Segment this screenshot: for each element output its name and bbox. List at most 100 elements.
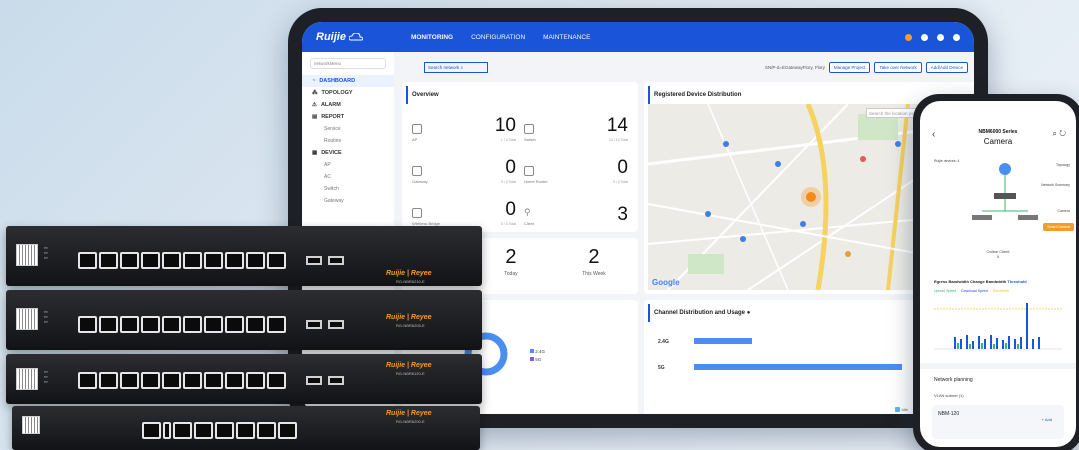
overview-cell-client[interactable]: ⚲ Client 3 xyxy=(524,194,628,226)
legend-idle: Idle xyxy=(894,407,908,412)
vlan-subnet-label: VLAN subnet (1) xyxy=(934,393,964,398)
help-icon[interactable] xyxy=(921,33,928,41)
overview-cell-home-router[interactable]: Home Router 0 0 / 0 Total xyxy=(524,152,628,184)
sidebar-sub-ac[interactable]: AC xyxy=(302,171,394,183)
donut-legend-item: 5G xyxy=(530,356,545,364)
user-icon[interactable] xyxy=(953,33,960,41)
device-model: RG-NBR6200-E xyxy=(396,419,425,424)
sfp-ports xyxy=(306,376,344,385)
ethernet-port xyxy=(173,422,192,439)
bandwidth-legend: Upload Speed Download Speed Bandwidth xyxy=(934,289,1009,293)
info-icon[interactable]: ● xyxy=(747,310,751,316)
ethernet-port xyxy=(257,422,276,439)
sfp-port xyxy=(306,256,322,265)
ethernet-port xyxy=(162,252,181,269)
sfp-port xyxy=(306,376,322,385)
console-port xyxy=(163,422,171,439)
sidebar-sub-service[interactable]: Service xyxy=(302,123,394,135)
overview-card: Overview AP 10 1 / 4 Total Switch 14 14 / 14… xyxy=(402,82,638,232)
sidebar-item-device[interactable]: ▦ DEVICE xyxy=(302,147,394,159)
sfp-port xyxy=(306,320,322,329)
cell-value: 0 xyxy=(505,199,516,220)
band-row-24g: 2.4G xyxy=(658,338,754,346)
nav-maintenance[interactable]: MAINTENANCE xyxy=(543,34,590,41)
status-leds: ▪▪▪ ▪▪▪ ▪▪▪ xyxy=(44,310,48,324)
band-5g-bars xyxy=(694,364,902,370)
search-icon[interactable]: ⌕ ↻ xyxy=(1053,129,1066,139)
overview-cell-wireless-bridge[interactable]: Wireless Bridge 0 0 / 0 Total xyxy=(412,194,516,226)
sidebar-sub-switch[interactable]: Switch xyxy=(302,183,394,195)
top-icons xyxy=(905,33,960,41)
router-unit-1: ▪▪▪ ▪▪▪ ▪▪▪ Ruijie | Reyee RG-NBR6210-E xyxy=(6,226,482,286)
legend-upload: Upload Speed xyxy=(934,289,957,293)
chart-tab[interactable]: Change Bandwidth xyxy=(970,279,1006,284)
router-unit-3: ▪▪▪ ▪▪▪ ▪▪▪ Ruijie | Reyee RG-NBR6120-E xyxy=(6,354,482,404)
sidebar-item-label: ALARM xyxy=(320,102,341,108)
sidebar-item-label: REPORT xyxy=(321,114,345,120)
overview-title: Overview xyxy=(406,86,638,104)
router-unit-2: ▪▪▪ ▪▪▪ ▪▪▪ Ruijie | Reyee RG-NBR6205-E xyxy=(6,290,482,350)
nav-configuration[interactable]: CONFIGURATION xyxy=(471,34,525,41)
add-device-button[interactable]: Add/Add Device xyxy=(925,61,968,73)
band-label: 5G xyxy=(658,365,665,371)
cell-value: 14 xyxy=(606,115,628,136)
ethernet-port xyxy=(204,316,223,333)
sidebar-item-topology[interactable]: ⁂ TOPOLOGY xyxy=(302,87,394,99)
search-input[interactable]: Search network ⌕ xyxy=(424,61,488,73)
nav-monitoring[interactable]: MONITORING xyxy=(411,34,453,41)
side-topology[interactable]: Topology xyxy=(1056,163,1070,167)
bridge-icon xyxy=(412,208,422,218)
chart-title: Egress Bandwidth xyxy=(934,279,969,284)
status-leds: ▪▪▪ ▪▪▪ ▪▪▪ xyxy=(44,246,48,260)
overview-cell-switch[interactable]: Switch 14 14 / 14 Total xyxy=(524,110,628,142)
take-over-network-button[interactable]: Take over Network xyxy=(874,61,922,73)
stat-today: 2 Today xyxy=(504,246,517,277)
network-select[interactable]: networkMenu xyxy=(310,58,386,69)
legend-label: Idle xyxy=(901,407,908,412)
cell-sub: 0 / 0 Total xyxy=(500,180,516,184)
device-brand: Ruijie | Reyee xyxy=(386,410,432,417)
alarm-icon: ⚠ xyxy=(312,102,317,108)
online-client: Online Client 0 xyxy=(920,249,1076,259)
overview-cell-ap[interactable]: AP 10 1 / 4 Total xyxy=(412,110,516,142)
ethernet-port xyxy=(225,316,244,333)
ethernet-port xyxy=(183,372,202,389)
sidebar-item-dashboard[interactable]: ◔ DASHBOARD xyxy=(302,75,394,87)
legend-bandwidth: Bandwidth xyxy=(992,289,1010,293)
phone-screen: ‹ ⌕ ↻ NBM6000 Series Camera Ruijie devic… xyxy=(920,101,1076,447)
device-model: RG-NBR6210-E xyxy=(396,279,425,284)
sfp-port xyxy=(328,376,344,385)
cell-label: AP xyxy=(412,137,418,142)
sidebar-item-report[interactable]: ▤ REPORT xyxy=(302,111,394,123)
phone-device: ‹ ⌕ ↻ NBM6000 Series Camera Ruijie devic… xyxy=(913,94,1079,450)
back-icon[interactable]: ‹ xyxy=(932,129,935,140)
overview-cell-gateway[interactable]: Gateway 0 0 / 0 Total xyxy=(412,152,516,184)
add-vlan-button[interactable]: + Add xyxy=(1042,417,1052,422)
ethernet-port xyxy=(246,316,265,333)
side-network-summary[interactable]: Network Summary xyxy=(1041,183,1070,187)
ethernet-port xyxy=(78,316,97,333)
sidebar-sub-gateway[interactable]: Gateway xyxy=(302,195,394,207)
ethernet-port xyxy=(183,252,202,269)
settings-icon[interactable] xyxy=(937,33,944,41)
cell-sub: 0 / 0 Total xyxy=(500,222,516,226)
sidebar-sub-routine[interactable]: Routine xyxy=(302,135,394,147)
ethernet-port xyxy=(225,372,244,389)
chart-tab[interactable]: Threshold xyxy=(1007,279,1026,284)
ethernet-port xyxy=(120,372,139,389)
sidebar-sub-ap[interactable]: AP xyxy=(302,159,394,171)
sidebar-item-alarm[interactable]: ⚠ ALARM xyxy=(302,99,394,111)
cell-label: Switch xyxy=(524,137,536,142)
side-camera[interactable]: Camera xyxy=(1058,209,1070,213)
manage-project-button[interactable]: Manage Project xyxy=(828,61,871,73)
vlan-card[interactable]: NBM-120 + Add xyxy=(932,405,1064,439)
cell-label: Client xyxy=(524,221,535,226)
google-logo: Google xyxy=(652,278,680,287)
qr-code xyxy=(16,308,38,330)
topology-diagram xyxy=(972,163,1038,220)
ethernet-port xyxy=(246,372,265,389)
notification-icon[interactable] xyxy=(905,33,912,41)
ethernet-ports xyxy=(78,372,286,389)
device-brand: Ruijie | Reyee xyxy=(386,270,432,277)
smart-camera-tag[interactable]: Smart Camera xyxy=(1043,223,1074,231)
